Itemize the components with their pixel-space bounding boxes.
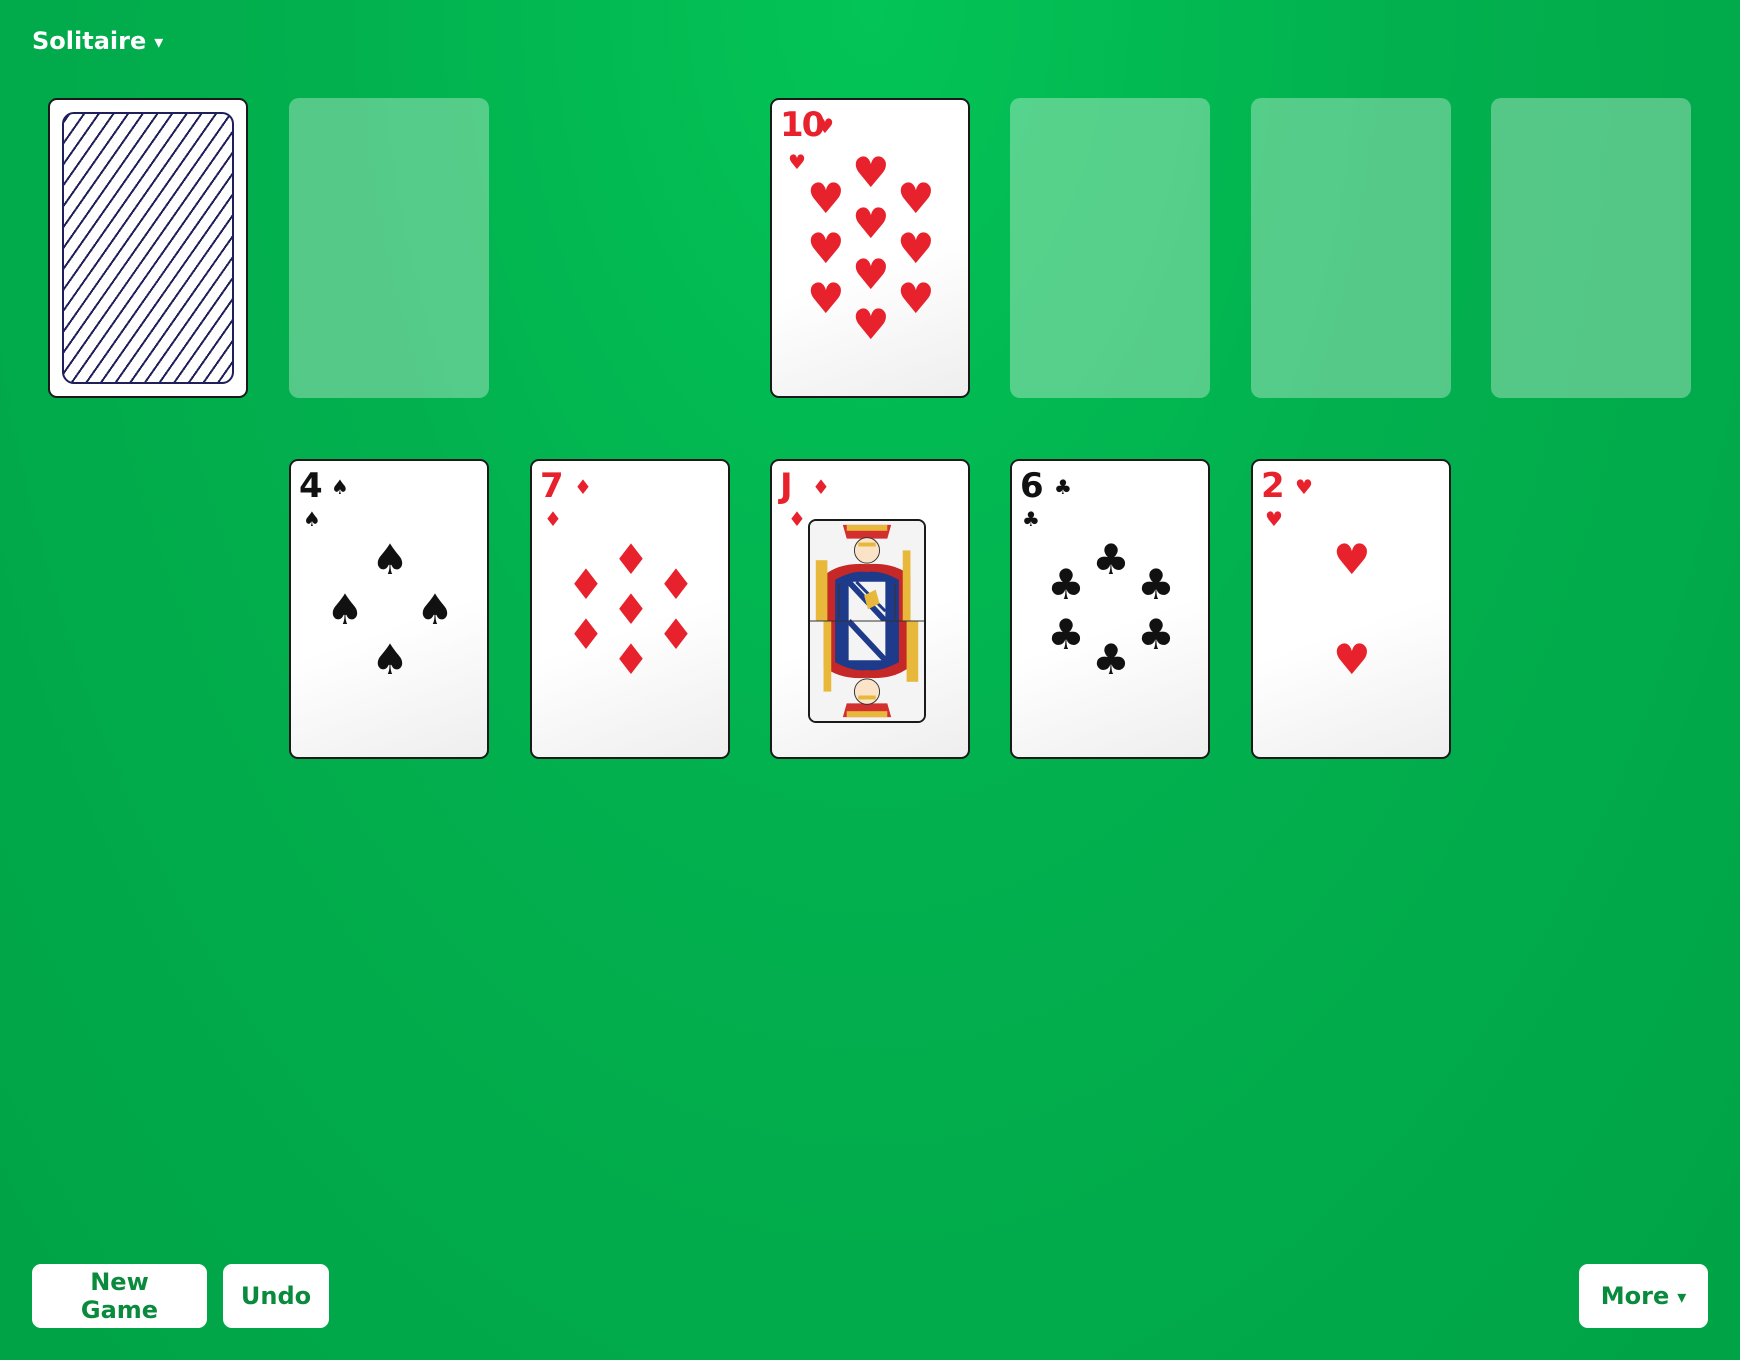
- heart-icon: ♥: [807, 174, 845, 223]
- diamond-icon: ♦: [574, 475, 592, 499]
- card-rank: J: [780, 466, 793, 506]
- chevron-down-icon: ▾: [154, 32, 164, 53]
- new-game-button[interactable]: New Game: [32, 1264, 207, 1328]
- heart-icon: ♥: [1333, 535, 1371, 584]
- game-title: Solitaire: [32, 27, 147, 55]
- new-game-label: New Game: [80, 1268, 159, 1324]
- spade-icon: ♠: [303, 507, 321, 531]
- club-icon: ♣: [1092, 635, 1130, 684]
- foundation-slot-4[interactable]: [1491, 98, 1691, 398]
- undo-label: Undo: [240, 1282, 312, 1310]
- heart-icon: ♥: [852, 148, 890, 197]
- waste-slot[interactable]: [289, 98, 489, 398]
- heart-icon: ♥: [1333, 635, 1371, 684]
- foundation-card-10-hearts[interactable]: 10 ♥ ♥ ♥ ♥ ♥ ♥ ♥ ♥ ♥ ♥ ♥ ♥: [770, 98, 970, 398]
- heart-icon: ♥: [788, 150, 806, 174]
- more-label: More: [1600, 1282, 1670, 1310]
- heart-icon: ♥: [816, 114, 834, 138]
- card-rank: 2: [1261, 466, 1285, 506]
- game-menu[interactable]: Solitaire ▾: [32, 24, 163, 58]
- spade-icon: ♠: [371, 635, 409, 684]
- tableau-card-2-hearts[interactable]: 2 ♥ ♥ ♥ ♥: [1251, 459, 1451, 759]
- club-icon: ♣: [1137, 560, 1175, 609]
- heart-icon: ♥: [852, 199, 890, 248]
- heart-icon: ♥: [852, 300, 890, 349]
- spade-icon: ♠: [416, 585, 454, 634]
- diamond-icon: ♦: [567, 610, 605, 659]
- diamond-icon: ♦: [612, 635, 650, 684]
- diamond-icon: ♦: [612, 585, 650, 634]
- diamond-icon: ♦: [812, 475, 830, 499]
- tableau-card-7-diamonds[interactable]: 7 ♦ ♦ ♦ ♦ ♦ ♦ ♦ ♦ ♦: [530, 459, 730, 759]
- club-icon: ♣: [1047, 560, 1085, 609]
- heart-icon: ♥: [897, 174, 935, 223]
- diamond-icon: ♦: [657, 560, 695, 609]
- spade-icon: ♠: [331, 475, 349, 499]
- tableau-card-jack-diamonds[interactable]: J ♦ ♦: [770, 459, 970, 759]
- club-icon: ♣: [1022, 507, 1040, 531]
- diamond-icon: ♦: [788, 507, 806, 531]
- card-rank: 4: [299, 466, 323, 506]
- spade-icon: ♠: [326, 585, 364, 634]
- diamond-icon: ♦: [544, 507, 562, 531]
- foundation-slot-2[interactable]: [1010, 98, 1210, 398]
- heart-icon: ♥: [807, 274, 845, 323]
- heart-icon: ♥: [1295, 475, 1313, 499]
- diamond-icon: ♦: [567, 560, 605, 609]
- heart-icon: ♥: [1265, 507, 1283, 531]
- heart-icon: ♥: [897, 224, 935, 273]
- stock-pile[interactable]: [48, 98, 248, 398]
- club-icon: ♣: [1092, 535, 1130, 584]
- heart-icon: ♥: [852, 250, 890, 299]
- jack-face-artwork: [808, 519, 926, 723]
- tableau-card-4-spades[interactable]: 4 ♠ ♠ ♠ ♠ ♠ ♠: [289, 459, 489, 759]
- spade-icon: ♠: [371, 535, 409, 584]
- card-back-pattern: [62, 112, 234, 384]
- heart-icon: ♥: [807, 224, 845, 273]
- undo-button[interactable]: Undo: [223, 1264, 329, 1328]
- club-icon: ♣: [1054, 475, 1072, 499]
- heart-icon: ♥: [897, 274, 935, 323]
- diamond-icon: ♦: [612, 535, 650, 584]
- card-rank: 6: [1020, 466, 1044, 506]
- club-icon: ♣: [1047, 610, 1085, 659]
- more-button[interactable]: More ▾: [1579, 1264, 1708, 1328]
- chevron-down-icon: ▾: [1677, 1287, 1687, 1308]
- diamond-icon: ♦: [657, 610, 695, 659]
- club-icon: ♣: [1137, 610, 1175, 659]
- foundation-slot-3[interactable]: [1251, 98, 1451, 398]
- card-rank: 7: [540, 466, 564, 506]
- tableau-card-6-clubs[interactable]: 6 ♣ ♣ ♣ ♣ ♣ ♣ ♣ ♣: [1010, 459, 1210, 759]
